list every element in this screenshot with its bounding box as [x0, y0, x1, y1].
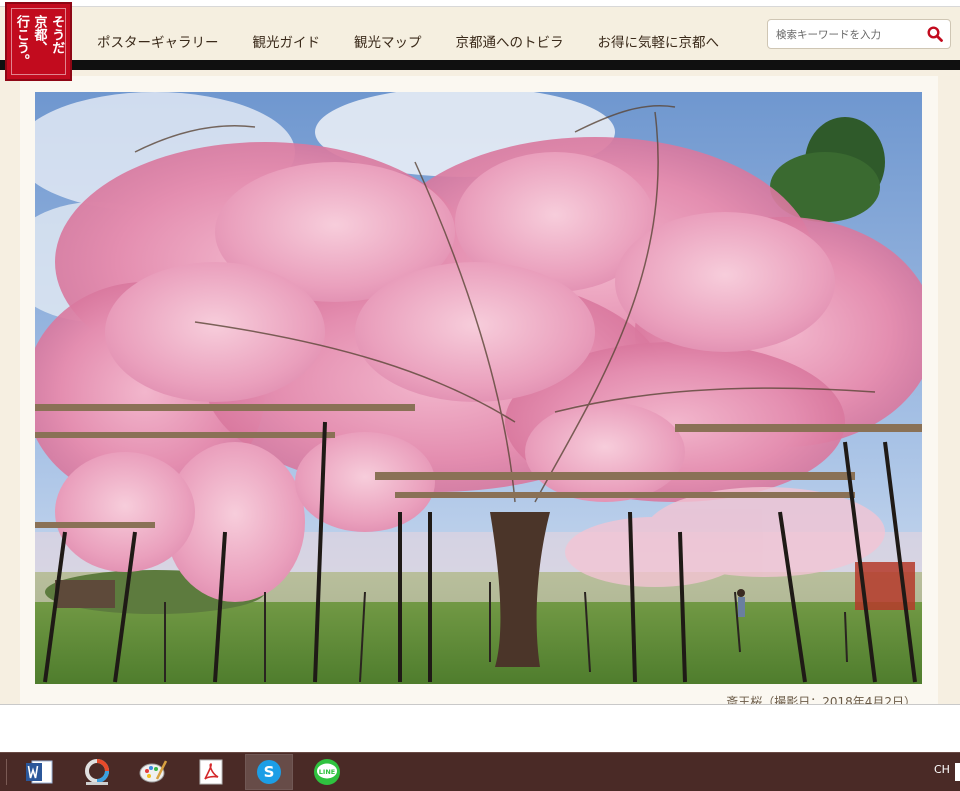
taskbar-photoscape-button[interactable] — [74, 755, 120, 789]
nav-item-sightseeing-map[interactable]: 観光マップ — [337, 31, 439, 51]
word-icon — [26, 760, 53, 784]
taskbar-separator — [6, 759, 7, 785]
photoscape-icon — [85, 759, 109, 785]
nav-item-sightseeing-guide[interactable]: 観光ガイド — [236, 31, 338, 51]
browser-top-edge — [0, 0, 960, 7]
skype-icon: S — [257, 760, 281, 784]
taskbar-skype-button[interactable]: S — [245, 754, 293, 790]
logo-line-1: そうだ — [49, 15, 65, 54]
language-indicator[interactable]: CH — [934, 763, 950, 776]
nav-item-deals[interactable]: お得に気軽に京都へ — [581, 31, 737, 51]
header-divider-bar — [0, 60, 960, 70]
svg-text:S: S — [264, 763, 275, 781]
paint-icon — [139, 760, 168, 783]
cherry-blossom-photo — [35, 92, 922, 684]
search-box — [767, 19, 951, 49]
search-icon[interactable] — [926, 25, 944, 43]
search-input[interactable] — [776, 26, 916, 43]
taskbar-acrobat-button[interactable] — [188, 755, 234, 789]
taskbar-word-button[interactable] — [16, 755, 62, 789]
tray-edge — [955, 763, 960, 781]
page-blank-area — [0, 705, 960, 752]
svg-text:LINE: LINE — [319, 768, 335, 776]
logo-line-2: 京都、 — [31, 15, 47, 54]
site-logo[interactable]: そうだ 京都、 行こう。 — [5, 2, 72, 81]
nav-item-kyoto-connoisseur[interactable]: 京都通へのトビラ — [439, 31, 581, 51]
taskbar-line-button[interactable]: LINE — [304, 755, 350, 789]
taskbar-paint-button[interactable] — [130, 755, 176, 789]
windows-taskbar: S LINE CH — [0, 752, 960, 791]
nav-item-poster-gallery[interactable]: ポスターギャラリー — [80, 31, 236, 51]
line-icon: LINE — [314, 759, 340, 785]
logo-line-3: 行こう。 — [13, 15, 29, 67]
acrobat-icon — [199, 759, 223, 785]
site-header: ポスターギャラリー 観光ガイド 観光マップ 京都通へのトビラ お得に気軽に京都へ — [0, 7, 960, 60]
